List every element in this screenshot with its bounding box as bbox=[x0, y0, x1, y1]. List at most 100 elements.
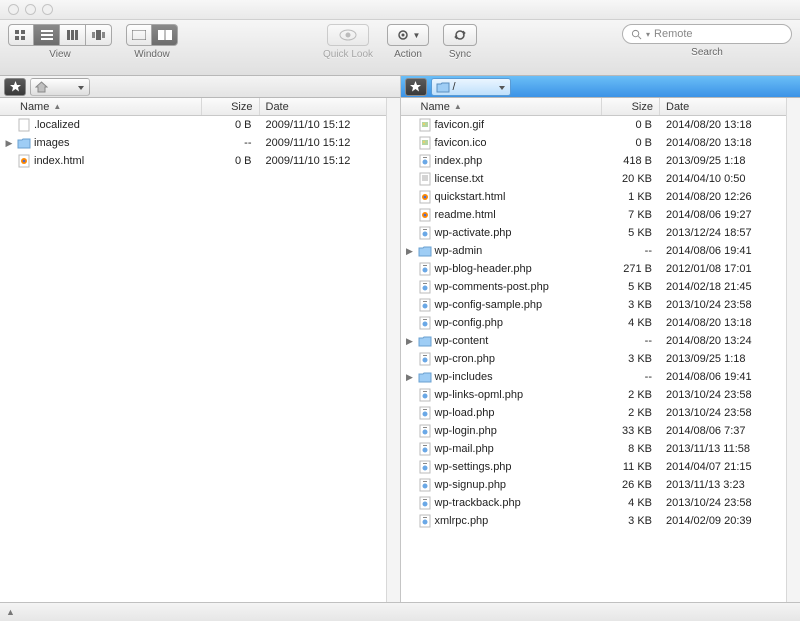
file-size: 3 KB bbox=[602, 515, 660, 527]
sort-indicator-icon: ▲ bbox=[53, 102, 61, 111]
file-size: 26 KB bbox=[602, 479, 660, 491]
file-name: wp-activate.php bbox=[435, 227, 512, 239]
file-row[interactable]: wp-activate.php5 KB2013/12/24 18:57 bbox=[401, 224, 787, 242]
col-name-header[interactable]: Name▲ bbox=[0, 98, 202, 115]
file-row[interactable]: wp-mail.php8 KB2013/11/13 11:58 bbox=[401, 440, 787, 458]
search-icon bbox=[631, 29, 642, 40]
folder-row[interactable]: ▶images--2009/11/10 15:12 bbox=[0, 134, 386, 152]
file-row[interactable]: wp-cron.php3 KB2013/09/25 1:18 bbox=[401, 350, 787, 368]
file-size: 2 KB bbox=[602, 407, 660, 419]
left-path-chip[interactable] bbox=[30, 78, 90, 96]
disclosure-triangle[interactable]: ▶ bbox=[405, 372, 415, 383]
file-size: 4 KB bbox=[602, 317, 660, 329]
view-columns-button[interactable] bbox=[60, 24, 86, 46]
file-size: 20 KB bbox=[602, 173, 660, 185]
file-row[interactable]: wp-links-opml.php2 KB2013/10/24 23:58 bbox=[401, 386, 787, 404]
col-date-header[interactable]: Date bbox=[660, 98, 786, 115]
file-name: wp-blog-header.php bbox=[435, 263, 532, 275]
right-scrollbar[interactable] bbox=[786, 98, 800, 602]
view-list-button[interactable] bbox=[34, 24, 60, 46]
file-row[interactable]: wp-config.php4 KB2014/08/20 13:18 bbox=[401, 314, 787, 332]
file-size: 418 B bbox=[602, 155, 660, 167]
file-row[interactable]: xmlrpc.php3 KB2014/02/09 20:39 bbox=[401, 512, 787, 530]
file-icon bbox=[418, 406, 432, 420]
quicklook-label: Quick Look bbox=[323, 49, 373, 60]
col-name-header[interactable]: Name▲ bbox=[401, 98, 603, 115]
file-date: 2013/11/13 11:58 bbox=[660, 443, 786, 455]
favorites-button[interactable] bbox=[4, 78, 26, 96]
minimize-window-button[interactable] bbox=[25, 4, 36, 15]
right-path-chip[interactable]: / bbox=[431, 78, 511, 96]
file-row[interactable]: wp-comments-post.php5 KB2014/02/18 21:45 bbox=[401, 278, 787, 296]
file-row[interactable]: readme.html7 KB2014/08/06 19:27 bbox=[401, 206, 787, 224]
folder-icon bbox=[418, 370, 432, 384]
toolbar: View Window Quick Look ▼ Action Sync bbox=[0, 20, 800, 76]
window-group: Window bbox=[126, 24, 178, 60]
statusbar: ▲ bbox=[0, 602, 800, 621]
col-date-header[interactable]: Date bbox=[260, 98, 386, 115]
window-single-button[interactable] bbox=[126, 24, 152, 46]
file-icon bbox=[17, 154, 31, 168]
right-file-list[interactable]: favicon.gif0 B2014/08/20 13:18favicon.ic… bbox=[401, 116, 787, 602]
folder-row[interactable]: ▶wp-includes--2014/08/06 19:41 bbox=[401, 368, 787, 386]
file-name: wp-includes bbox=[435, 371, 493, 383]
file-date: 2014/04/07 21:15 bbox=[660, 461, 786, 473]
disclosure-triangle[interactable]: ▶ bbox=[4, 138, 14, 149]
left-file-list[interactable]: .localized0 B2009/11/10 15:12▶images--20… bbox=[0, 116, 386, 602]
sync-label: Sync bbox=[449, 49, 471, 60]
left-scrollbar[interactable] bbox=[386, 98, 400, 602]
view-icons-button[interactable] bbox=[8, 24, 34, 46]
file-icon bbox=[418, 136, 432, 150]
col-size-header[interactable]: Size bbox=[602, 98, 660, 115]
disclosure-triangle[interactable]: ▶ bbox=[405, 246, 415, 257]
folder-row[interactable]: ▶wp-admin--2014/08/06 19:41 bbox=[401, 242, 787, 260]
quicklook-group: Quick Look bbox=[323, 24, 373, 60]
file-date: 2014/02/18 21:45 bbox=[660, 281, 786, 293]
file-row[interactable]: .localized0 B2009/11/10 15:12 bbox=[0, 116, 386, 134]
file-row[interactable]: wp-config-sample.php3 KB2013/10/24 23:58 bbox=[401, 296, 787, 314]
file-name: wp-config.php bbox=[435, 317, 504, 329]
file-row[interactable]: index.html0 B2009/11/10 15:12 bbox=[0, 152, 386, 170]
file-row[interactable]: wp-blog-header.php271 B2012/01/08 17:01 bbox=[401, 260, 787, 278]
col-size-header[interactable]: Size bbox=[202, 98, 260, 115]
file-icon bbox=[17, 118, 31, 132]
file-size: 3 KB bbox=[602, 353, 660, 365]
zoom-window-button[interactable] bbox=[42, 4, 53, 15]
window-dual-button[interactable] bbox=[152, 24, 178, 46]
file-row[interactable]: index.php418 B2013/09/25 1:18 bbox=[401, 152, 787, 170]
file-size: 0 B bbox=[602, 119, 660, 131]
status-disclosure-button[interactable]: ▲ bbox=[6, 607, 15, 617]
close-window-button[interactable] bbox=[8, 4, 19, 15]
view-coverflow-button[interactable] bbox=[86, 24, 112, 46]
quicklook-button[interactable] bbox=[327, 24, 369, 46]
file-row[interactable]: wp-trackback.php4 KB2013/10/24 23:58 bbox=[401, 494, 787, 512]
file-date: 2014/08/20 13:18 bbox=[660, 137, 786, 149]
action-button[interactable]: ▼ bbox=[387, 24, 429, 46]
search-input[interactable]: ▾ Remote bbox=[622, 24, 792, 44]
file-row[interactable]: wp-settings.php11 KB2014/04/07 21:15 bbox=[401, 458, 787, 476]
file-name: wp-comments-post.php bbox=[435, 281, 549, 293]
file-row[interactable]: wp-load.php2 KB2013/10/24 23:58 bbox=[401, 404, 787, 422]
disclosure-triangle[interactable]: ▶ bbox=[405, 336, 415, 347]
file-size: 33 KB bbox=[602, 425, 660, 437]
file-icon bbox=[418, 424, 432, 438]
file-icon bbox=[418, 280, 432, 294]
file-row[interactable]: quickstart.html1 KB2014/08/20 12:26 bbox=[401, 188, 787, 206]
file-size: 7 KB bbox=[602, 209, 660, 221]
file-name: license.txt bbox=[435, 173, 484, 185]
file-date: 2014/02/09 20:39 bbox=[660, 515, 786, 527]
file-name: index.php bbox=[435, 155, 483, 167]
right-pane: / Name▲ Size Date favicon.gif0 B2014/08/… bbox=[401, 76, 800, 602]
file-row[interactable]: favicon.gif0 B2014/08/20 13:18 bbox=[401, 116, 787, 134]
sync-button[interactable] bbox=[443, 24, 477, 46]
file-row[interactable]: wp-login.php33 KB2014/08/06 7:37 bbox=[401, 422, 787, 440]
file-date: 2014/08/06 19:41 bbox=[660, 245, 786, 257]
file-row[interactable]: license.txt20 KB2014/04/10 0:50 bbox=[401, 170, 787, 188]
file-date: 2012/01/08 17:01 bbox=[660, 263, 786, 275]
file-row[interactable]: wp-signup.php26 KB2013/11/13 3:23 bbox=[401, 476, 787, 494]
file-row[interactable]: favicon.ico0 B2014/08/20 13:18 bbox=[401, 134, 787, 152]
file-name: index.html bbox=[34, 155, 84, 167]
favorites-button[interactable] bbox=[405, 78, 427, 96]
file-icon bbox=[418, 460, 432, 474]
folder-row[interactable]: ▶wp-content--2014/08/20 13:24 bbox=[401, 332, 787, 350]
